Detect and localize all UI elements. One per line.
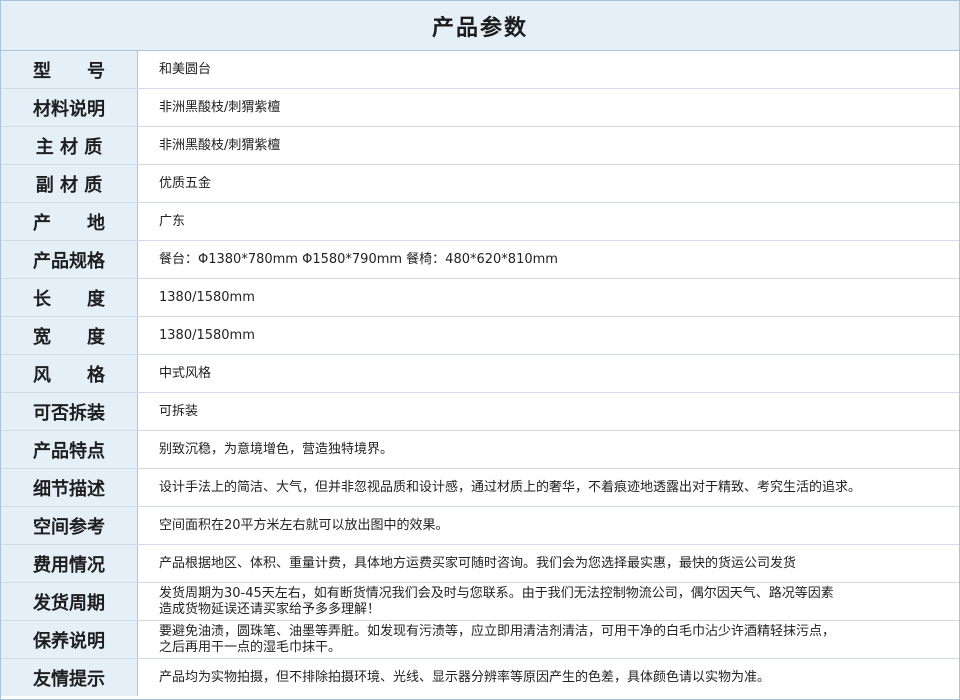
row-value-length: 1380/1580mm bbox=[137, 278, 959, 317]
table-row: 材料说明 非洲黑酸枝/刺猬紫檀 bbox=[1, 88, 959, 127]
row-value-detachable: 可拆装 bbox=[137, 392, 959, 431]
row-label-length: 长 度 bbox=[1, 278, 138, 317]
table-row: 产 地 广东 bbox=[1, 202, 959, 241]
row-label-detachable: 可否拆装 bbox=[1, 392, 138, 431]
row-value-spec: 餐台：Φ1380*780mm Φ1580*790mm 餐椅：480*620*81… bbox=[137, 240, 959, 279]
page-title: 产品参数 bbox=[1, 1, 959, 51]
row-value-width: 1380/1580mm bbox=[137, 316, 959, 355]
table-row: 副 材 质 优质五金 bbox=[1, 164, 959, 203]
row-value-care-line1: 要避免油渍，圆珠笔、油墨等弄脏。如发现有污渍等，应立即用清洁剂清洁，可用干净的白… bbox=[159, 623, 836, 639]
table-row: 产品特点 别致沉稳，为意境增色，营造独特境界。 bbox=[1, 430, 959, 469]
row-label-details: 细节描述 bbox=[1, 468, 138, 507]
row-value-main-material: 非洲黑酸枝/刺猬紫檀 bbox=[137, 126, 959, 165]
product-params-sheet: 产品参数 型 号 和美圆台 材料说明 非洲黑酸枝/刺猬紫檀 主 材 质 非洲黑酸… bbox=[0, 0, 960, 700]
table-row: 风 格 中式风格 bbox=[1, 354, 959, 393]
row-label-care: 保养说明 bbox=[1, 620, 138, 659]
params-table: 型 号 和美圆台 材料说明 非洲黑酸枝/刺猬紫檀 主 材 质 非洲黑酸枝/刺猬紫… bbox=[1, 51, 959, 696]
table-row: 空间参考 空间面积在20平方米左右就可以放出图中的效果。 bbox=[1, 506, 959, 545]
row-value-care-line2: 之后再用干一点的湿毛巾抹干。 bbox=[159, 639, 342, 655]
row-label-sub-material: 副 材 质 bbox=[1, 164, 138, 203]
row-label-features: 产品特点 bbox=[1, 430, 138, 469]
row-value-style: 中式风格 bbox=[137, 354, 959, 393]
table-row: 产品规格 餐台：Φ1380*780mm Φ1580*790mm 餐椅：480*6… bbox=[1, 240, 959, 279]
table-row: 费用情况 产品根据地区、体积、重量计费，具体地方运费买家可随时咨询。我们会为您选… bbox=[1, 544, 959, 583]
row-label-style: 风 格 bbox=[1, 354, 138, 393]
row-label-main-material: 主 材 质 bbox=[1, 126, 138, 165]
row-label-tips: 友情提示 bbox=[1, 658, 138, 696]
table-row: 型 号 和美圆台 bbox=[1, 51, 959, 89]
table-row: 可否拆装 可拆装 bbox=[1, 392, 959, 431]
table-row: 宽 度 1380/1580mm bbox=[1, 316, 959, 355]
row-value-features: 别致沉稳，为意境增色，营造独特境界。 bbox=[137, 430, 959, 469]
table-row: 发货周期 发货周期为30-45天左右，如有断货情况我们会及时与您联系。由于我们无… bbox=[1, 582, 959, 621]
row-label-material-desc: 材料说明 bbox=[1, 88, 138, 127]
row-label-width: 宽 度 bbox=[1, 316, 138, 355]
table-row: 细节描述 设计手法上的简洁、大气，但并非忽视品质和设计感，通过材质上的奢华，不着… bbox=[1, 468, 959, 507]
row-label-space: 空间参考 bbox=[1, 506, 138, 545]
table-row: 主 材 质 非洲黑酸枝/刺猬紫檀 bbox=[1, 126, 959, 165]
row-value-care: 要避免油渍，圆珠笔、油墨等弄脏。如发现有污渍等，应立即用清洁剂清洁，可用干净的白… bbox=[137, 620, 959, 659]
row-value-tips: 产品均为实物拍摄，但不排除拍摄环境、光线、显示器分辨率等原因产生的色差，具体颜色… bbox=[159, 669, 771, 685]
row-value-space: 空间面积在20平方米左右就可以放出图中的效果。 bbox=[137, 506, 959, 545]
table-row: 友情提示 产品均为实物拍摄，但不排除拍摄环境、光线、显示器分辨率等原因产生的色差… bbox=[1, 658, 959, 696]
row-value-model: 和美圆台 bbox=[137, 51, 959, 89]
row-label-model: 型 号 bbox=[1, 51, 138, 89]
row-value-origin: 广东 bbox=[137, 202, 959, 241]
row-value-shipping-line1: 发货周期为30-45天左右，如有断货情况我们会及时与您联系。由于我们无法控制物流… bbox=[159, 585, 834, 601]
row-value-sub-material: 优质五金 bbox=[137, 164, 959, 203]
row-value-shipping: 发货周期为30-45天左右，如有断货情况我们会及时与您联系。由于我们无法控制物流… bbox=[137, 582, 959, 621]
table-row: 长 度 1380/1580mm bbox=[1, 278, 959, 317]
row-label-shipping: 发货周期 bbox=[1, 582, 138, 621]
row-value-cost: 产品根据地区、体积、重量计费，具体地方运费买家可随时咨询。我们会为您选择最实惠，… bbox=[137, 544, 959, 583]
row-value-material-desc: 非洲黑酸枝/刺猬紫檀 bbox=[137, 88, 959, 127]
row-value-shipping-line2: 造成货物延误还请买家给予多多理解！ bbox=[159, 601, 381, 617]
table-row: 保养说明 要避免油渍，圆珠笔、油墨等弄脏。如发现有污渍等，应立即用清洁剂清洁，可… bbox=[1, 620, 959, 659]
row-label-origin: 产 地 bbox=[1, 202, 138, 241]
row-label-spec: 产品规格 bbox=[1, 240, 138, 279]
row-label-cost: 费用情况 bbox=[1, 544, 138, 583]
row-value-details: 设计手法上的简洁、大气，但并非忽视品质和设计感，通过材质上的奢华，不着痕迹地透露… bbox=[137, 468, 959, 507]
